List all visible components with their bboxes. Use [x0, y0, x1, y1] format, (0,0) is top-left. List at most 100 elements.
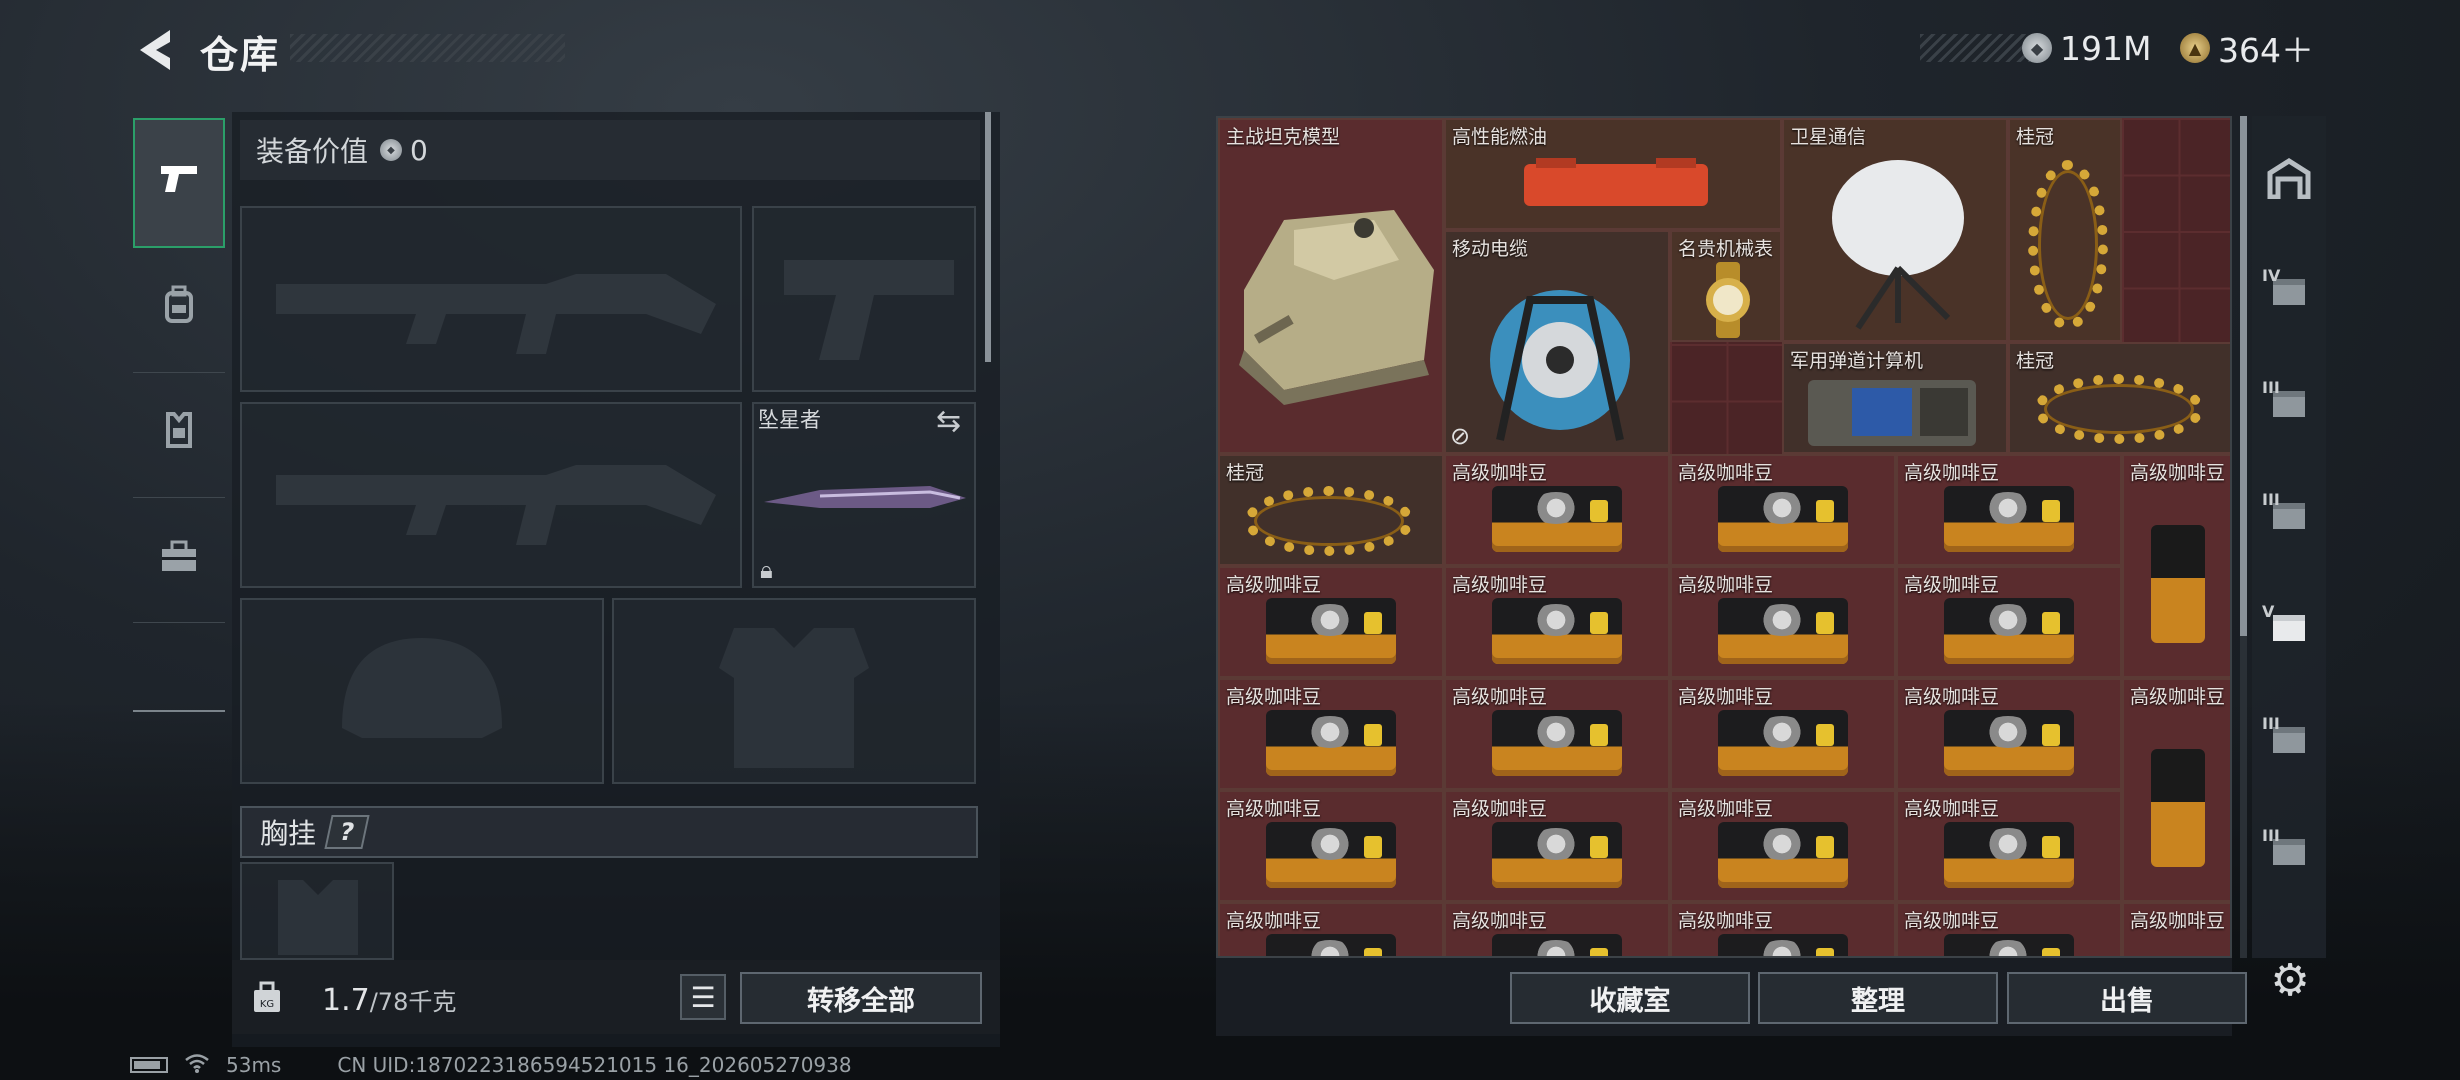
tab-tier-label: III: [2262, 714, 2280, 733]
item-label: 高级咖啡豆: [1452, 798, 1548, 820]
item-coffee-beans[interactable]: 高级咖啡豆: [2122, 902, 2230, 956]
item-ballistic-computer[interactable]: 军用弹道计算机: [1782, 342, 2008, 454]
tab-tier-label: III: [2262, 490, 2280, 509]
item-coffee-beans[interactable]: 高级咖啡豆: [1896, 790, 2122, 902]
coffee-bag-icon: [1266, 933, 1396, 956]
item-label: 高级咖啡豆: [1904, 686, 2000, 708]
silver-amount: 191M: [2060, 28, 2152, 68]
page-title: 仓库: [200, 33, 281, 77]
chest-rig-slot[interactable]: [240, 862, 394, 960]
item-coffee-beans[interactable]: 高级咖啡豆: [1896, 566, 2122, 678]
tab-tier-label: III: [2262, 378, 2280, 397]
wifi-icon: [184, 1053, 210, 1078]
item-label: 高级咖啡豆: [1678, 462, 1774, 484]
tab-box-iii[interactable]: III: [2252, 462, 2326, 574]
collection-room-button[interactable]: 收藏室: [1510, 972, 1750, 1024]
box-v-icon: [2269, 608, 2309, 652]
swap-icon[interactable]: ⇆: [936, 404, 961, 439]
coffee-bag-icon: [1492, 933, 1622, 956]
item-coffee-beans[interactable]: 高级咖啡豆: [1444, 454, 1670, 566]
item-coffee-beans[interactable]: 高级咖啡豆: [1670, 902, 1896, 956]
item-coffee-beans[interactable]: 高级咖啡豆: [1670, 566, 1896, 678]
item-coffee-beans[interactable]: 高级咖啡豆: [1670, 678, 1896, 790]
item-label: 高级咖啡豆: [2130, 686, 2226, 708]
coffee-bag-icon: [1718, 821, 1848, 888]
currency-decoration: [1920, 34, 2030, 62]
sidearm-slot[interactable]: [752, 206, 976, 392]
loadout-scrollbar[interactable]: [985, 112, 991, 362]
tab-backpack[interactable]: [133, 248, 225, 373]
ballistic-computer-icon: [1808, 380, 1976, 446]
item-label: 高级咖啡豆: [1904, 910, 2000, 932]
item-label: 高级咖啡豆: [1452, 462, 1548, 484]
item-coffee-beans[interactable]: 高级咖啡豆: [1218, 678, 1444, 790]
item-tank-model[interactable]: 主战坦克模型: [1218, 118, 1444, 454]
chest-rig-header: 胸挂 ?: [240, 806, 978, 858]
item-coffee-beans[interactable]: 高级咖啡豆: [1670, 790, 1896, 902]
tab-box-iii[interactable]: III: [2252, 350, 2326, 462]
stash-scrollbar-thumb[interactable]: [2240, 116, 2247, 636]
svg-text:KG: KG: [260, 999, 274, 1010]
pistol-silhouette-icon: [784, 260, 954, 360]
item-coffee-beans[interactable]: 高级咖啡豆: [1896, 678, 2122, 790]
item-coffee-beans[interactable]: 高级咖啡豆: [1218, 902, 1444, 956]
item-label: 高级咖啡豆: [1904, 798, 2000, 820]
laurel-crown-icon: [1244, 486, 1414, 556]
tab-box-v[interactable]: V: [2252, 574, 2326, 686]
coffee-bag-icon: [1492, 485, 1622, 552]
item-label: 高级咖啡豆: [1904, 462, 2000, 484]
secondary-weapon-slot[interactable]: [240, 402, 742, 588]
item-coffee-beans[interactable]: 高级咖啡豆: [1444, 678, 1670, 790]
list-icon: ☰: [690, 980, 716, 1014]
gold-currency[interactable]: ▲ 364＋: [2180, 26, 2314, 70]
item-laurel-crown-vertical[interactable]: 桂冠: [2008, 118, 2122, 342]
help-button[interactable]: ?: [324, 815, 370, 849]
item-luxury-watch[interactable]: 名贵机械表: [1670, 230, 1782, 342]
silver-currency[interactable]: ◆ 191M: [2022, 26, 2151, 70]
coffee-bag-icon: [1944, 709, 2074, 776]
tab-box-iii[interactable]: III: [2252, 686, 2326, 798]
loadout-tabs: [133, 110, 225, 710]
tab-weapons[interactable]: [133, 118, 225, 248]
uid-text: CN UID:1870223186594521015 16_2026052709…: [337, 1053, 852, 1077]
primary-weapon-slot[interactable]: [240, 206, 742, 392]
item-cable-reel[interactable]: 移动电缆 ⊘: [1444, 230, 1670, 454]
item-laurel-crown[interactable]: 桂冠: [2008, 342, 2230, 454]
item-coffee-beans-vertical[interactable]: 高级咖啡豆: [2122, 678, 2230, 902]
item-label: 军用弹道计算机: [1790, 350, 1924, 372]
item-coffee-beans[interactable]: 高级咖啡豆: [1896, 902, 2122, 956]
tab-garage[interactable]: [2252, 126, 2326, 238]
tab-box-iv[interactable]: IV: [2252, 238, 2326, 350]
item-coffee-beans[interactable]: 高级咖啡豆: [1218, 790, 1444, 902]
sell-button[interactable]: 出售: [2007, 972, 2247, 1024]
carry-weight-value: 1.7: [322, 983, 370, 1018]
item-fuel[interactable]: 高性能燃油: [1444, 118, 1782, 230]
weight-icon: KG: [242, 972, 292, 1022]
helmet-slot[interactable]: [240, 598, 604, 784]
list-view-button[interactable]: ☰: [680, 974, 726, 1020]
sort-button[interactable]: 整理: [1758, 972, 1998, 1024]
watch-icon: [1706, 262, 1750, 338]
item-laurel-crown[interactable]: 桂冠: [1218, 454, 1444, 566]
laurel-crown-icon: [2034, 374, 2204, 444]
item-coffee-beans[interactable]: 高级咖啡豆: [1444, 566, 1670, 678]
tab-toolbox[interactable]: [133, 498, 225, 623]
back-arrow-icon[interactable]: [130, 24, 182, 76]
item-coffee-beans[interactable]: 高级咖啡豆: [1444, 790, 1670, 902]
item-label: 高性能燃油: [1452, 126, 1548, 148]
armor-slot[interactable]: [612, 598, 976, 784]
item-coffee-beans-vertical[interactable]: 高级咖啡豆: [2122, 454, 2230, 678]
tab-box-iii[interactable]: III: [2252, 798, 2326, 910]
no-transfer-icon: ⊘: [1450, 422, 1471, 450]
item-coffee-beans[interactable]: 高级咖啡豆: [1444, 902, 1670, 956]
transfer-all-button[interactable]: 转移全部: [740, 972, 982, 1024]
ping-value: 53ms: [226, 1053, 282, 1077]
gear-icon[interactable]: ⚙: [2262, 952, 2318, 1008]
tab-vest[interactable]: [133, 373, 225, 498]
item-satellite[interactable]: 卫星通信: [1782, 118, 2008, 342]
item-coffee-beans[interactable]: 高级咖啡豆: [1670, 454, 1896, 566]
item-coffee-beans[interactable]: 高级咖啡豆: [1218, 566, 1444, 678]
laurel-crown-icon: [2028, 160, 2108, 330]
item-coffee-beans[interactable]: 高级咖啡豆: [1896, 454, 2122, 566]
backpack-icon: [161, 285, 197, 335]
